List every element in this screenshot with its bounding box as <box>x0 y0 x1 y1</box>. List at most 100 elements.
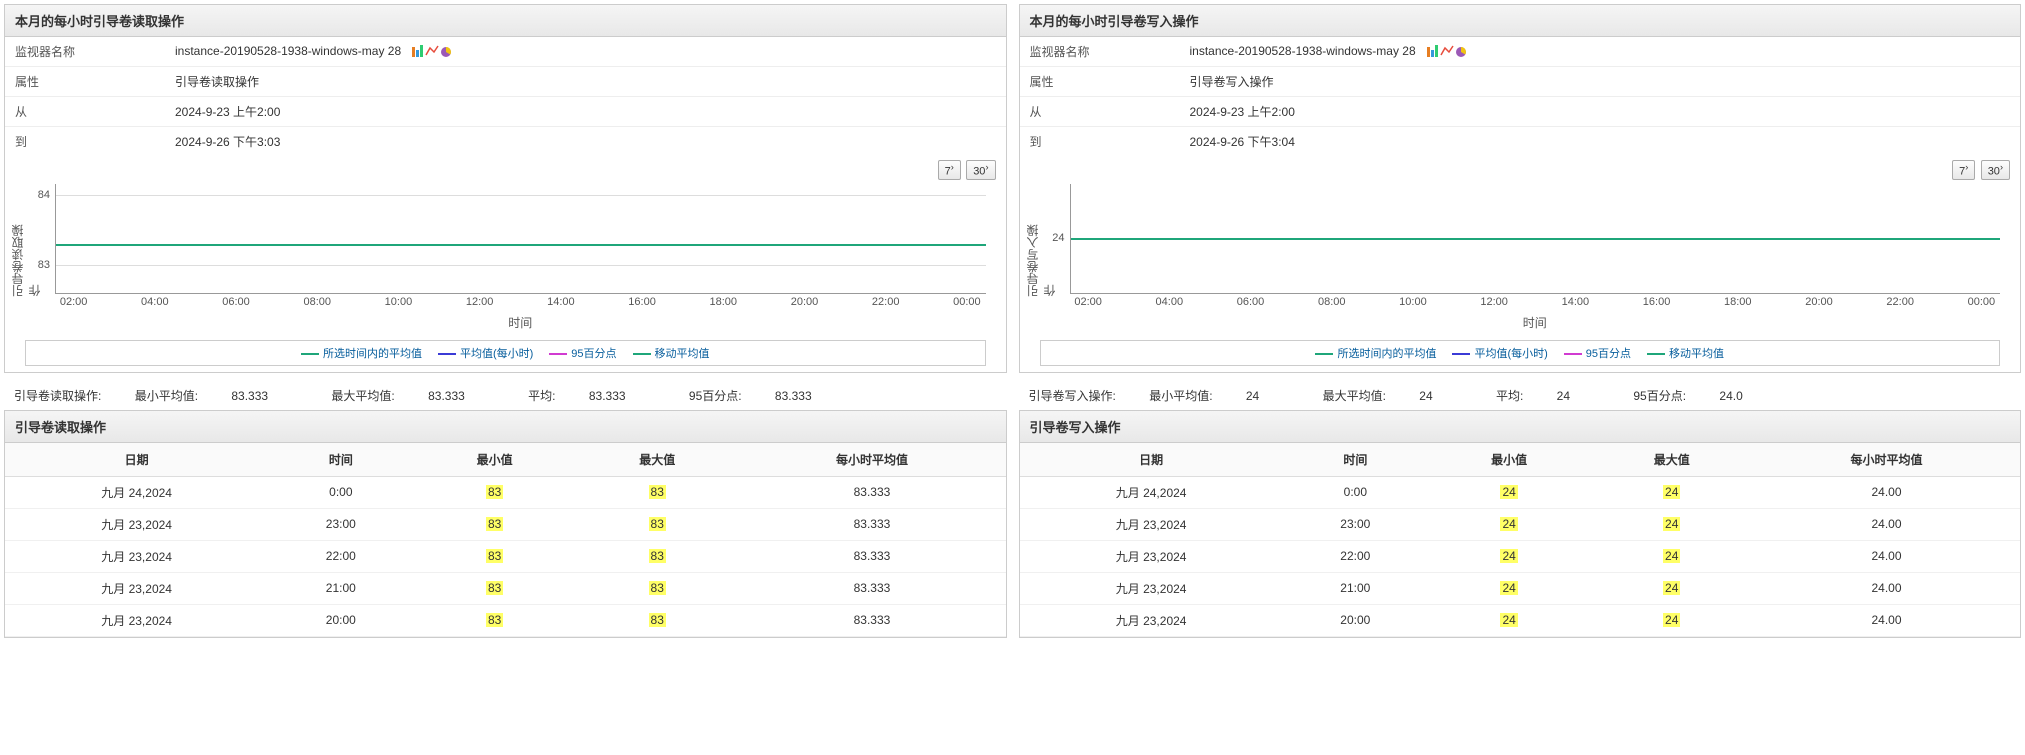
to-label: 到 <box>1020 127 1180 157</box>
ytick: 84 <box>38 189 56 201</box>
legend-item[interactable]: 平均值(每小时) <box>1452 345 1547 361</box>
col-time[interactable]: 时间 <box>1283 443 1428 477</box>
cell-max: 83 <box>576 540 739 572</box>
cell-date: 九月 24,2024 <box>1020 476 1283 508</box>
table-row[interactable]: 九月 23,202421:00838383.333 <box>5 572 1006 604</box>
left-xticks: 02:0004:0006:0008:0010:0012:0014:0016:00… <box>55 294 986 312</box>
legend-swatch <box>549 353 567 355</box>
cell-min: 83 <box>413 540 576 572</box>
cell-time: 21:00 <box>1283 572 1428 604</box>
table-row[interactable]: 九月 23,202421:00242424.00 <box>1020 572 2021 604</box>
legend-item[interactable]: 移动平均值 <box>1647 345 1724 361</box>
from-value: 2024-9-23 上午2:00 <box>165 97 1006 127</box>
cell-min: 83 <box>413 508 576 540</box>
left-chart-area[interactable]: 84 83 <box>55 184 986 294</box>
cell-havg: 24.00 <box>1753 604 2020 636</box>
col-min[interactable]: 最小值 <box>413 443 576 477</box>
to-value: 2024-9-26 下午3:03 <box>165 127 1006 157</box>
right-legend: 所选时间内的平均值平均值(每小时) 95百分点移动平均值 <box>1040 340 2001 366</box>
chart-type-icons[interactable] <box>1427 44 1467 59</box>
xtick: 14:00 <box>547 296 575 308</box>
xtick: 00:00 <box>953 296 981 308</box>
xtick: 08:00 <box>1318 296 1346 308</box>
col-date[interactable]: 日期 <box>5 443 268 477</box>
xtick: 22:00 <box>872 296 900 308</box>
right-chart-area[interactable]: 24 <box>1070 184 2001 294</box>
xtick: 06:00 <box>1237 296 1265 308</box>
cell-havg: 24.00 <box>1753 476 2020 508</box>
range-30-button[interactable]: 30› <box>966 160 995 180</box>
xtick: 10:00 <box>385 296 413 308</box>
left-stats: 引导卷读取操作: 最小平均值: 83.333 最大平均值: 83.333 平均:… <box>4 381 1007 410</box>
cell-min: 24 <box>1428 540 1591 572</box>
col-max[interactable]: 最大值 <box>576 443 739 477</box>
table-row[interactable]: 九月 23,202422:00242424.00 <box>1020 540 2021 572</box>
col-time[interactable]: 时间 <box>268 443 413 477</box>
xtick: 14:00 <box>1562 296 1590 308</box>
right-table-header: 引导卷写入操作 <box>1020 411 2021 443</box>
range-30-button[interactable]: 30› <box>1981 160 2010 180</box>
cell-min: 24 <box>1428 476 1591 508</box>
legend-item[interactable]: 95百分点 <box>549 345 616 361</box>
col-min[interactable]: 最小值 <box>1428 443 1591 477</box>
xtick: 00:00 <box>1968 296 1996 308</box>
cell-time: 20:00 <box>1283 604 1428 636</box>
legend-item[interactable]: 所选时间内的平均值 <box>301 345 422 361</box>
col-date[interactable]: 日期 <box>1020 443 1283 477</box>
left-legend: 所选时间内的平均值平均值(每小时) 95百分点 移动平均值 <box>25 340 986 366</box>
legend-item[interactable]: 平均值(每小时) <box>438 345 533 361</box>
xtick: 18:00 <box>710 296 738 308</box>
xtick: 12:00 <box>466 296 494 308</box>
xtick: 22:00 <box>1886 296 1914 308</box>
table-row[interactable]: 九月 23,202423:00242424.00 <box>1020 508 2021 540</box>
range-7-button[interactable]: 7› <box>1952 160 1975 180</box>
cell-date: 九月 23,2024 <box>1020 604 1283 636</box>
table-row[interactable]: 九月 24,20240:00242424.00 <box>1020 476 2021 508</box>
cell-date: 九月 23,2024 <box>1020 540 1283 572</box>
table-row[interactable]: 九月 23,202422:00838383.333 <box>5 540 1006 572</box>
xtick: 20:00 <box>791 296 819 308</box>
xtick: 20:00 <box>1805 296 1833 308</box>
table-row[interactable]: 九月 23,202420:00838383.333 <box>5 604 1006 636</box>
attr-label: 属性 <box>5 67 165 97</box>
cell-date: 九月 23,2024 <box>5 540 268 572</box>
monitor-name-label: 监视器名称 <box>1020 37 1180 67</box>
cell-time: 23:00 <box>268 508 413 540</box>
xtick: 16:00 <box>628 296 656 308</box>
cell-date: 九月 23,2024 <box>1020 508 1283 540</box>
col-havg[interactable]: 每小时平均值 <box>738 443 1005 477</box>
cell-min: 24 <box>1428 604 1591 636</box>
range-7-button[interactable]: 7› <box>938 160 961 180</box>
cell-time: 20:00 <box>268 604 413 636</box>
cell-date: 九月 23,2024 <box>5 572 268 604</box>
from-label: 从 <box>1020 97 1180 127</box>
right-stats: 引导卷写入操作: 最小平均值: 24 最大平均值: 24 平均: 24 95百分… <box>1019 381 2022 410</box>
legend-item[interactable]: 95百分点 <box>1564 345 1631 361</box>
cell-havg: 24.00 <box>1753 572 2020 604</box>
col-max[interactable]: 最大值 <box>1590 443 1753 477</box>
legend-swatch <box>1452 353 1470 355</box>
table-row[interactable]: 九月 24,20240:00838383.333 <box>5 476 1006 508</box>
left-chart-panel: 本月的每小时引导卷读取操作 监视器名称 instance-20190528-19… <box>4 4 1007 373</box>
left-chart-toolbar: 7› 30› <box>5 156 1006 184</box>
table-row[interactable]: 九月 23,202423:00838383.333 <box>5 508 1006 540</box>
cell-havg: 24.00 <box>1753 540 2020 572</box>
from-label: 从 <box>5 97 165 127</box>
monitor-name-text: instance-20190528-1938-windows-may 28 <box>175 44 401 58</box>
cell-havg: 83.333 <box>738 604 1005 636</box>
chart-type-icons[interactable] <box>412 44 452 59</box>
cell-havg: 83.333 <box>738 540 1005 572</box>
left-table-header: 引导卷读取操作 <box>5 411 1006 443</box>
legend-item[interactable]: 所选时间内的平均值 <box>1315 345 1436 361</box>
xtick: 10:00 <box>1399 296 1427 308</box>
table-row[interactable]: 九月 23,202420:00242424.00 <box>1020 604 2021 636</box>
col-havg[interactable]: 每小时平均值 <box>1753 443 2020 477</box>
cell-min: 24 <box>1428 508 1591 540</box>
cell-time: 23:00 <box>1283 508 1428 540</box>
monitor-name-text: instance-20190528-1938-windows-may 28 <box>1190 44 1416 58</box>
cell-havg: 24.00 <box>1753 508 2020 540</box>
legend-swatch <box>1315 353 1333 355</box>
legend-item[interactable]: 移动平均值 <box>633 345 710 361</box>
cell-havg: 83.333 <box>738 572 1005 604</box>
xtick: 08:00 <box>303 296 331 308</box>
